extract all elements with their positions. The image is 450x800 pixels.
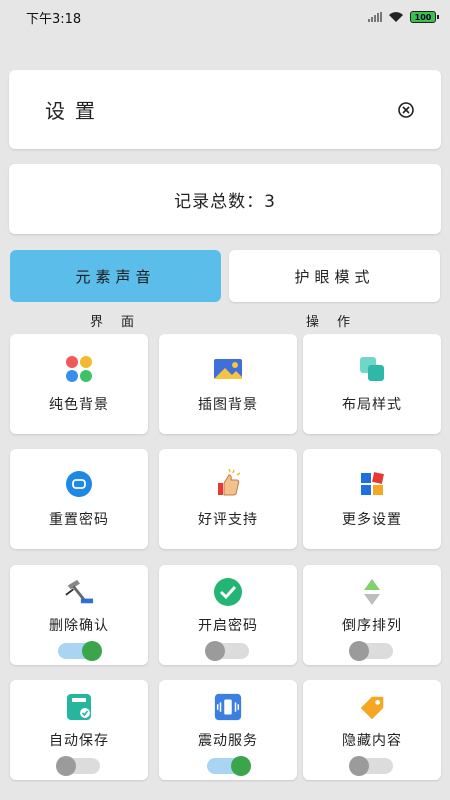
page-title: 设置	[45, 99, 105, 123]
tag-icon	[357, 692, 387, 722]
tile-solid-background[interactable]: 纯色背景	[10, 334, 148, 434]
check-circle-icon	[213, 577, 243, 607]
tile-label: 隐藏内容	[342, 733, 402, 749]
tab-eye-protection[interactable]: 护眼模式	[229, 250, 440, 302]
color-petals-icon	[64, 354, 94, 384]
tile-enable-password: 开启密码	[159, 565, 297, 665]
enable-password-toggle[interactable]	[205, 641, 249, 661]
image-icon	[213, 354, 243, 384]
auto-save-toggle[interactable]	[56, 756, 100, 776]
status-time: 下午3:18	[26, 11, 82, 27]
tab-element-sound[interactable]: 元素声音	[10, 250, 221, 302]
tile-reverse-order: 倒序排列	[303, 565, 441, 665]
hammer-icon	[64, 577, 94, 607]
layout-squares-icon	[357, 354, 387, 384]
tile-label: 删除确认	[49, 618, 109, 634]
tile-more-settings[interactable]: 更多设置	[303, 449, 441, 549]
reverse-order-toggle[interactable]	[349, 641, 393, 661]
tile-delete-confirm: 删除确认	[10, 565, 148, 665]
reset-password-icon	[64, 469, 94, 499]
thumbs-up-icon	[213, 469, 243, 499]
tile-auto-save: 自动保存	[10, 680, 148, 780]
tab-label: 护眼模式	[294, 267, 375, 286]
tile-reset-password[interactable]: 重置密码	[10, 449, 148, 549]
status-icons: 100	[368, 11, 439, 23]
tile-layout-style[interactable]: 布局样式	[303, 334, 441, 434]
tile-hide-content: 隐藏内容	[303, 680, 441, 780]
tile-label: 倒序排列	[342, 618, 402, 634]
tile-label: 纯色背景	[49, 397, 109, 413]
tile-label: 插图背景	[198, 397, 258, 413]
tile-rating-support[interactable]: 好评支持	[159, 449, 297, 549]
record-count-text: 记录总数：3	[174, 191, 276, 212]
tile-label: 震动服务	[198, 733, 258, 749]
vibrate-icon	[213, 692, 243, 722]
delete-confirm-toggle[interactable]	[58, 641, 102, 661]
more-settings-icon	[357, 469, 387, 499]
tile-label: 开启密码	[198, 618, 258, 634]
status-bar: 下午3:18 100	[0, 0, 450, 34]
battery-level: 100	[414, 12, 432, 22]
header-card: 设置	[9, 70, 441, 149]
record-count-card: 记录总数：3	[9, 164, 441, 234]
tile-vibration-service: 震动服务	[159, 680, 297, 780]
save-icon	[64, 692, 94, 722]
battery-icon: 100	[410, 11, 439, 23]
tile-label: 重置密码	[49, 512, 109, 528]
sort-arrows-icon	[357, 577, 387, 607]
signal-icon	[368, 12, 382, 22]
tile-label: 好评支持	[198, 512, 258, 528]
close-button[interactable]	[397, 101, 415, 119]
close-circle-icon	[398, 101, 414, 118]
section-label-ops: 操作	[306, 315, 369, 330]
tile-label: 布局样式	[342, 397, 402, 413]
vibration-service-toggle[interactable]	[207, 756, 251, 776]
tile-label: 更多设置	[342, 512, 402, 528]
wifi-icon	[389, 12, 403, 22]
tab-label: 元素声音	[75, 267, 156, 286]
tile-illustration-background[interactable]: 插图背景	[159, 334, 297, 434]
section-label-ui: 界面	[90, 315, 153, 330]
tile-label: 自动保存	[49, 733, 109, 749]
hide-content-toggle[interactable]	[349, 756, 393, 776]
